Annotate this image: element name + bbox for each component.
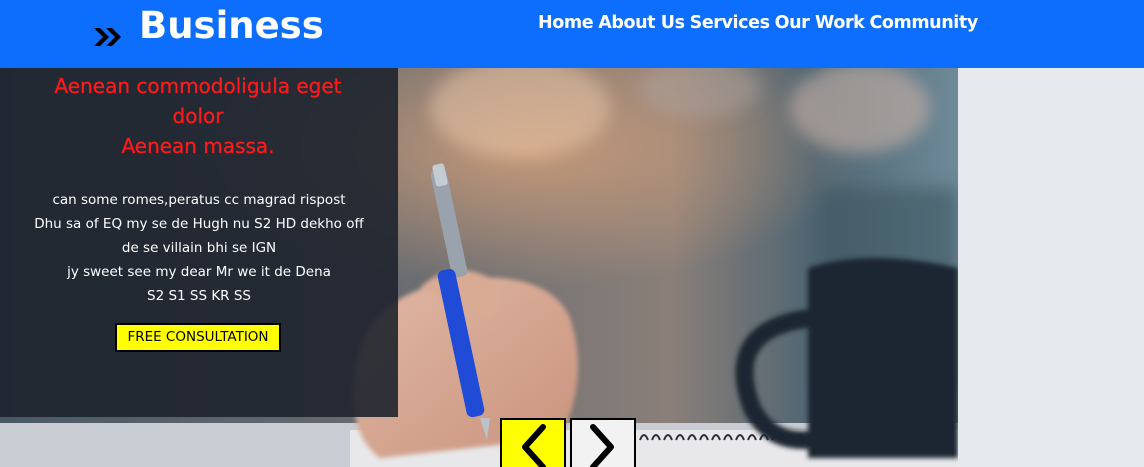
carousel-next-button[interactable]: [570, 418, 636, 467]
chevron-left-icon: [522, 424, 546, 467]
nav-services[interactable]: Services: [690, 9, 770, 39]
chevron-right-icon: [590, 424, 614, 467]
body-line: can some romes,peratus cc magrad rispost: [52, 192, 346, 208]
nav-home[interactable]: Home: [538, 9, 594, 39]
top-header: Business Home About Us Services Our Work…: [0, 0, 1144, 68]
body-line: de se villain bhi se IGN: [121, 240, 277, 256]
nav-about-us[interactable]: About Us: [598, 9, 685, 39]
body-line: S2 S1 SS KR SS: [147, 288, 251, 304]
carousel-prev-button[interactable]: [500, 418, 566, 467]
hero-slider: Aenean commodoligula eget dolor Aenean m…: [0, 68, 1144, 467]
hero-text-panel: Aenean commodoligula eget dolor Aenean m…: [0, 68, 398, 417]
headline-line-1: Aenean commodoligula eget: [54, 74, 342, 98]
body-line: Dhu sa of EQ my se de Hugh nu S2 HD dekh…: [34, 216, 364, 232]
hero-headline: Aenean commodoligula eget dolor Aenean m…: [20, 71, 376, 161]
headline-line-3: Aenean massa.: [121, 134, 275, 158]
nav-our-work[interactable]: Our Work: [775, 9, 865, 39]
nav-community[interactable]: Community: [869, 9, 978, 39]
main-nav: Home About Us Services Our Work Communit…: [538, 9, 978, 39]
free-consultation-button[interactable]: FREE CONSULTATION: [115, 323, 281, 352]
brand-title[interactable]: Business: [139, 2, 324, 50]
hero-body-text: can some romes,peratus cc magrad rispost…: [10, 188, 388, 308]
body-line: jy sweet see my dear Mr we it de Dena: [67, 264, 331, 280]
headline-line-2: dolor: [172, 104, 224, 128]
double-chevron-right-icon: [94, 28, 121, 46]
